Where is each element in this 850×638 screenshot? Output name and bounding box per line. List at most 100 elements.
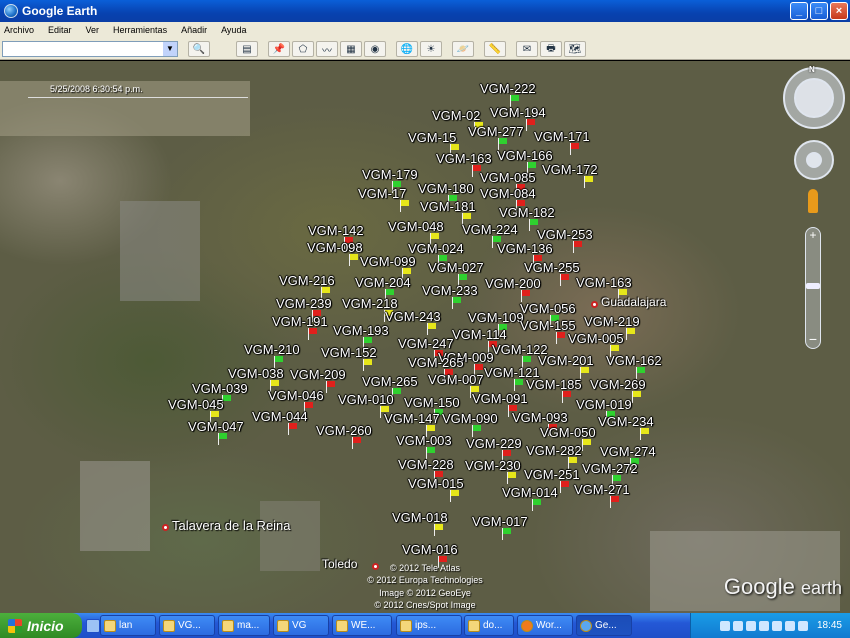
marker-flag-icon[interactable] xyxy=(556,332,565,344)
marker-label[interactable]: VGM-216 xyxy=(279,273,335,288)
marker-label[interactable]: VGM-234 xyxy=(598,414,654,429)
marker-label[interactable]: VGM-182 xyxy=(499,205,555,220)
marker-label[interactable]: VGM-038 xyxy=(228,366,284,381)
marker-label[interactable]: VGM-027 xyxy=(428,260,484,275)
marker-label[interactable]: VGM-016 xyxy=(402,542,458,557)
menu-editar[interactable]: Editar xyxy=(48,25,72,35)
quick-launch-icon[interactable] xyxy=(86,618,100,633)
marker-label[interactable]: VGM-243 xyxy=(385,309,441,324)
sunlight-button[interactable]: ☀ xyxy=(420,41,442,57)
task-button-active[interactable]: Ge... xyxy=(576,615,632,636)
map-view[interactable]: 5/25/2008 6:30:54 p.m. VGM-222 VGM-194 VGM… xyxy=(0,61,850,613)
marker-label[interactable]: VGM-085 xyxy=(480,170,536,185)
marker-label[interactable]: VGM-210 xyxy=(244,342,300,357)
marker-flag-icon[interactable] xyxy=(434,524,443,536)
task-button[interactable]: VG... xyxy=(159,615,215,636)
zoom-slider-thumb[interactable] xyxy=(806,283,820,289)
marker-label[interactable]: VGM-265 xyxy=(362,374,418,389)
marker-flag-icon[interactable] xyxy=(532,499,541,511)
marker-label[interactable]: VGM-181 xyxy=(420,199,476,214)
task-button[interactable]: WE... xyxy=(332,615,392,636)
marker-flag-icon[interactable] xyxy=(308,328,317,340)
marker-label[interactable]: VGM-039 xyxy=(192,381,248,396)
marker-label[interactable]: VGM-044 xyxy=(252,409,308,424)
hand-icon[interactable] xyxy=(806,152,822,168)
city-label[interactable]: Guadalajara xyxy=(601,295,666,309)
view-in-maps-button[interactable]: 🗺 xyxy=(564,41,586,57)
marker-label[interactable]: VGM-180 xyxy=(418,181,474,196)
marker-label[interactable]: VGM-255 xyxy=(524,260,580,275)
task-button[interactable]: VG xyxy=(273,615,329,636)
marker-label[interactable]: VGM-056 xyxy=(520,301,576,316)
marker-label[interactable]: VGM-014 xyxy=(502,485,558,500)
marker-label[interactable]: VGM-109 xyxy=(468,310,524,325)
chevron-down-icon[interactable]: ▼ xyxy=(163,42,177,56)
marker-flag-icon[interactable] xyxy=(400,200,409,212)
maximize-button[interactable]: □ xyxy=(810,2,828,20)
marker-label[interactable]: VGM-15 xyxy=(408,130,456,145)
speaker-icon[interactable] xyxy=(797,620,808,631)
marker-label[interactable]: VGM-163 xyxy=(576,275,632,290)
marker-label[interactable]: VGM-147 xyxy=(384,411,440,426)
tour-button[interactable]: ◉ xyxy=(364,41,386,57)
marker-flag-icon[interactable] xyxy=(584,176,593,188)
tray-icon[interactable] xyxy=(784,620,795,631)
marker-label[interactable]: VGM-093 xyxy=(512,410,568,425)
marker-label[interactable]: VGM-179 xyxy=(362,167,418,182)
marker-flag-icon[interactable] xyxy=(582,439,591,451)
marker-label[interactable]: VGM-229 xyxy=(466,436,522,451)
print-button[interactable]: 🖶 xyxy=(540,41,562,57)
marker-label[interactable]: VGM-265 xyxy=(408,355,464,370)
marker-label[interactable]: VGM-277 xyxy=(468,124,524,139)
marker-flag-icon[interactable] xyxy=(218,433,227,445)
marker-flag-icon[interactable] xyxy=(363,359,372,371)
timeline-slider[interactable] xyxy=(28,97,248,105)
marker-flag-icon[interactable] xyxy=(288,423,297,435)
marker-label[interactable]: VGM-282 xyxy=(526,443,582,458)
marker-label[interactable]: VGM-204 xyxy=(355,275,411,290)
marker-flag-icon[interactable] xyxy=(560,481,569,493)
marker-label[interactable]: VGM-045 xyxy=(168,397,224,412)
task-button[interactable]: ips... xyxy=(396,615,462,636)
north-indicator[interactable]: N xyxy=(809,65,815,74)
task-button[interactable]: lan xyxy=(100,615,156,636)
marker-label[interactable]: VGM-222 xyxy=(480,81,536,96)
marker-label[interactable]: VGM-191 xyxy=(272,314,328,329)
zoom-out-icon[interactable]: − xyxy=(807,332,819,346)
marker-flag-icon[interactable] xyxy=(349,254,358,266)
marker-label[interactable]: VGM-166 xyxy=(497,148,553,163)
marker-label[interactable]: VGM-018 xyxy=(392,510,448,525)
tray-icon[interactable] xyxy=(745,620,756,631)
marker-label[interactable]: VGM-260 xyxy=(316,423,372,438)
task-button[interactable]: do... xyxy=(464,615,514,636)
marker-label[interactable]: VGM-239 xyxy=(276,296,332,311)
marker-label[interactable]: VGM-090 xyxy=(442,411,498,426)
marker-flag-icon[interactable] xyxy=(560,274,569,286)
marker-label[interactable]: VGM-010 xyxy=(338,392,394,407)
task-button[interactable]: ma... xyxy=(218,615,270,636)
marker-label[interactable]: VGM-091 xyxy=(472,391,528,406)
tray-icon[interactable] xyxy=(758,620,769,631)
sidebar-toggle-button[interactable]: ▤ xyxy=(236,41,258,57)
marker-label[interactable]: VGM-209 xyxy=(290,367,346,382)
marker-flag-icon[interactable] xyxy=(570,143,579,155)
marker-label[interactable]: VGM-150 xyxy=(404,395,460,410)
eye-icon[interactable] xyxy=(794,78,834,118)
marker-label[interactable]: VGM-17 xyxy=(358,186,406,201)
overlay-button[interactable]: ▦ xyxy=(340,41,362,57)
marker-flag-icon[interactable] xyxy=(427,323,436,335)
start-button[interactable]: Inicio xyxy=(0,613,82,638)
marker-label[interactable]: VGM-219 xyxy=(584,314,640,329)
polygon-button[interactable]: ⬠ xyxy=(292,41,314,57)
marker-flag-icon[interactable] xyxy=(562,391,571,403)
marker-label[interactable]: VGM-272 xyxy=(582,461,638,476)
marker-label[interactable]: VGM-114 xyxy=(452,327,507,342)
marker-label[interactable]: VGM-019 xyxy=(576,397,632,412)
marker-flag-icon[interactable] xyxy=(352,437,361,449)
marker-flag-icon[interactable] xyxy=(573,241,582,253)
marker-flag-icon[interactable] xyxy=(502,528,511,540)
marker-label[interactable]: VGM-171 xyxy=(534,129,590,144)
tray-icon[interactable] xyxy=(732,620,743,631)
marker-label[interactable]: VGM-228 xyxy=(398,457,454,472)
marker-flag-icon[interactable] xyxy=(514,379,523,391)
